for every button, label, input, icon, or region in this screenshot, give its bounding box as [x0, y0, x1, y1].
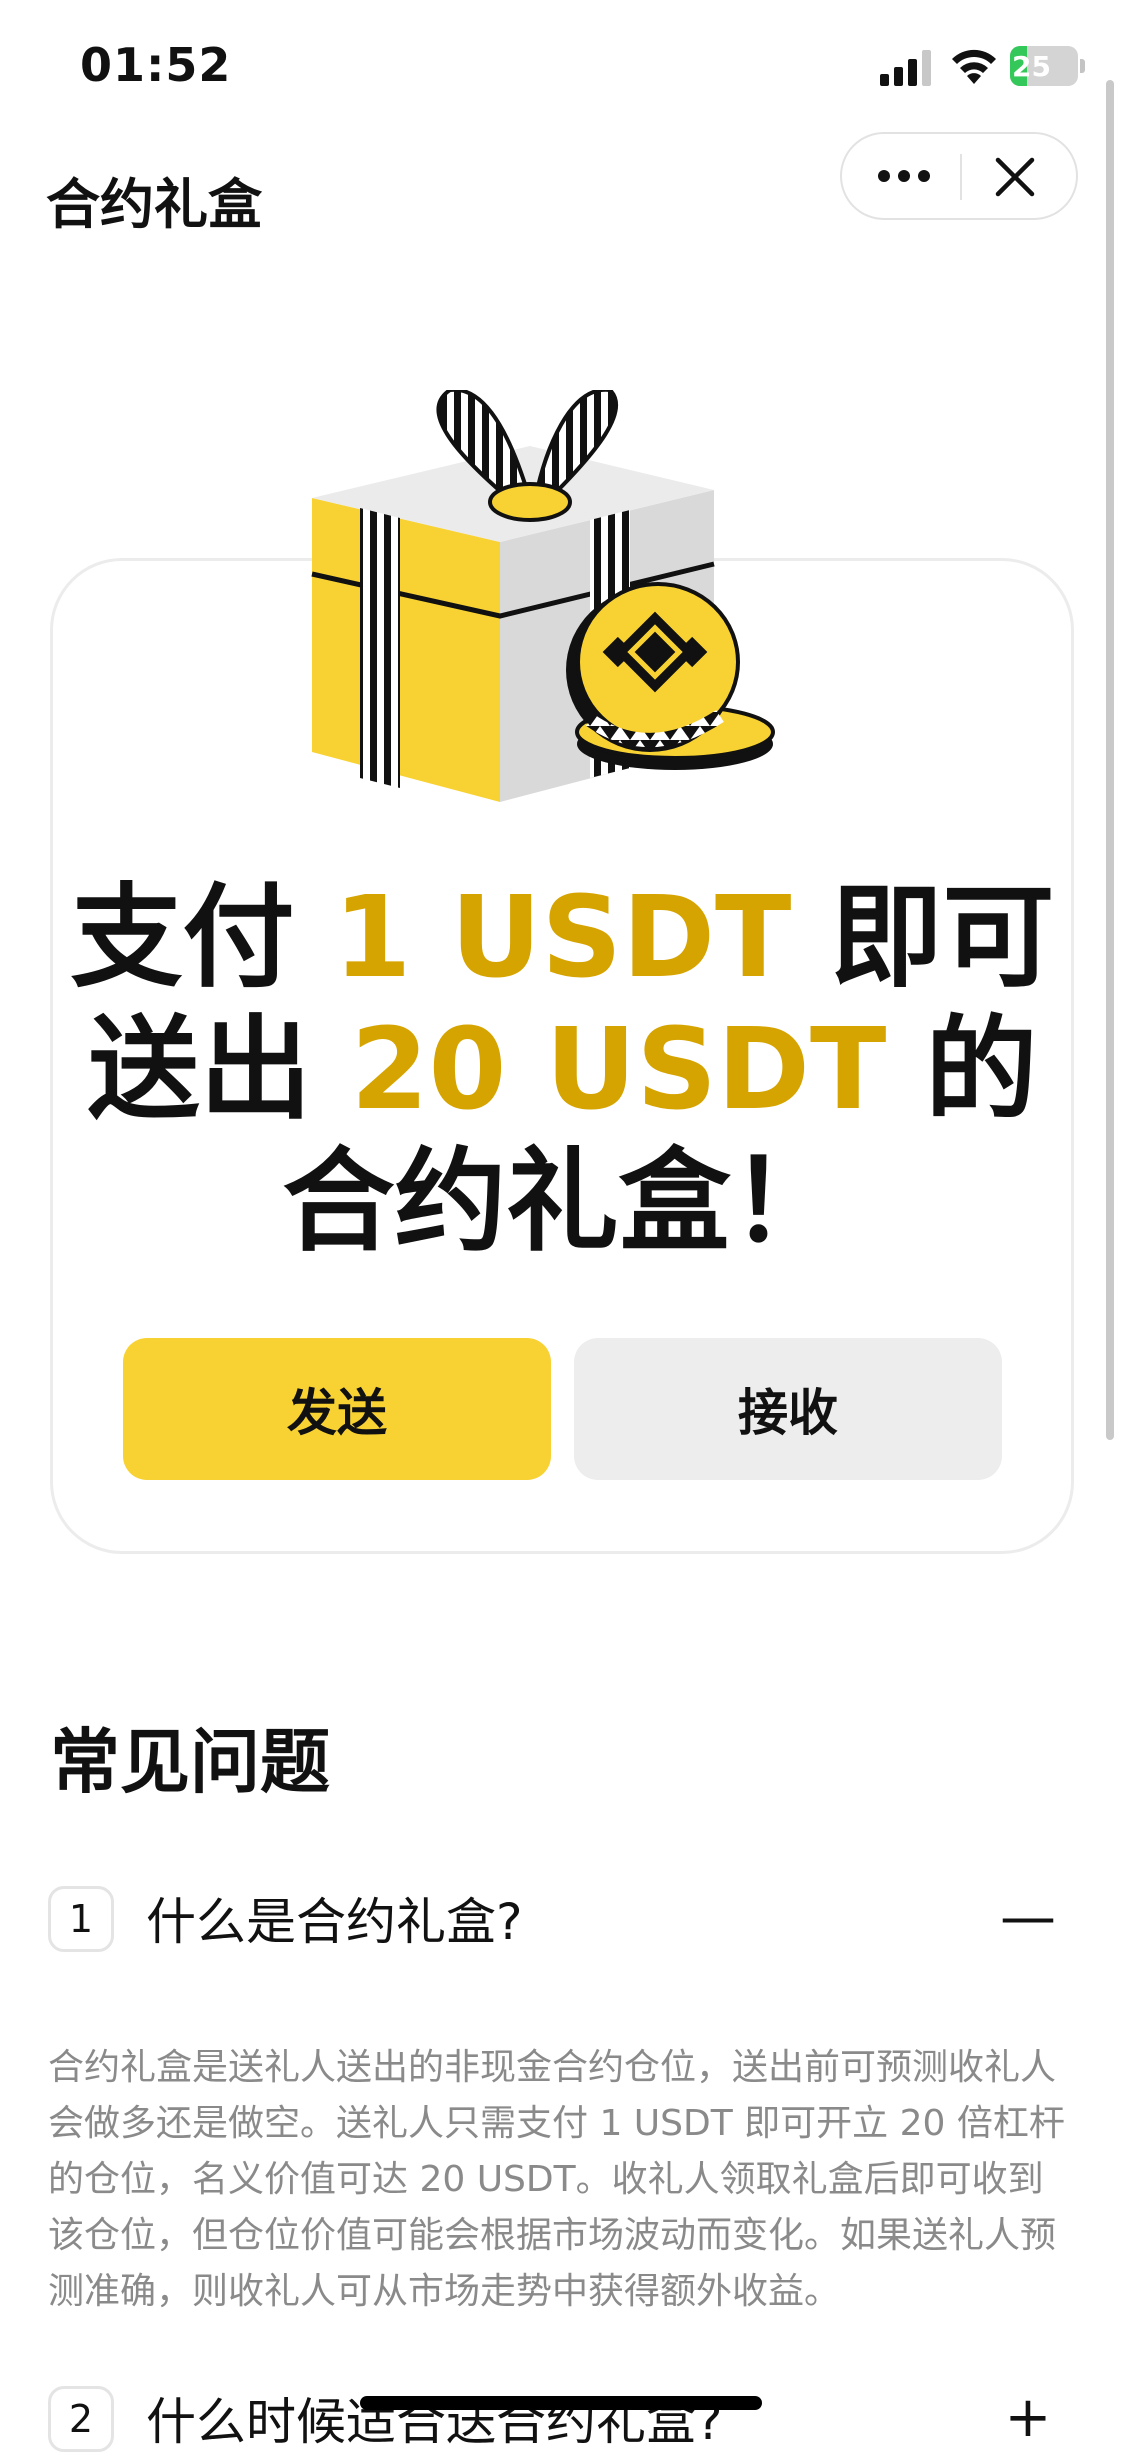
expand-icon[interactable]: +: [998, 2388, 1058, 2448]
promo-line-3: 合约礼盒！: [282, 1137, 843, 1267]
promo-gift-amount: 20 USDT: [350, 1005, 887, 1135]
collapse-icon[interactable]: —: [998, 1888, 1058, 1948]
receive-button[interactable]: 接收: [574, 1338, 1002, 1480]
faq-number-badge: 1: [48, 1886, 114, 1952]
promo-text: 即可: [791, 873, 1055, 1003]
promo-text: 送出: [87, 1005, 351, 1135]
battery-level-text: 25: [1012, 50, 1051, 83]
faq-answer: 合约礼盒是送礼人送出的非现金合约仓位，送出前可预测收礼人会做多还是做空。送礼人只…: [48, 2047, 1065, 2312]
promo-line-1: 支付 1 USDT 即可: [0, 882, 1125, 994]
status-bar: 01:52 25: [0, 0, 1125, 130]
capsule-divider: [960, 154, 962, 200]
mini-program-capsule: [840, 132, 1078, 220]
promo-line-2: 送出 20 USDT 的: [0, 1014, 1125, 1126]
gift-box-illustration: [311, 390, 775, 802]
wifi-icon: [952, 49, 996, 84]
status-time: 01:52: [80, 38, 232, 92]
promo-text: 的: [886, 1005, 1038, 1135]
send-button[interactable]: 发送: [123, 1338, 551, 1480]
faq-item-1[interactable]: 1 什么是合约礼盒? —: [48, 1880, 1078, 1960]
faq-number-badge: 2: [48, 2386, 114, 2452]
battery-icon: 25: [1010, 46, 1086, 86]
promo-text: 支付: [70, 873, 334, 1003]
close-icon[interactable]: [992, 154, 1038, 200]
faq-question: 什么时候适合送合约礼盒?: [146, 2393, 723, 2451]
more-dots-icon[interactable]: [872, 156, 936, 196]
faq-title: 常见问题: [50, 1721, 330, 1803]
promo-pay-amount: 1 USDT: [333, 873, 792, 1003]
cellular-signal-icon: [880, 50, 931, 86]
faq-item-2[interactable]: 2 什么时候适合送合约礼盒? +: [48, 2380, 1078, 2460]
faq-question: 什么是合约礼盒?: [146, 1893, 523, 1951]
home-indicator[interactable]: [360, 2396, 762, 2410]
page-title: 合约礼盒: [46, 173, 262, 236]
